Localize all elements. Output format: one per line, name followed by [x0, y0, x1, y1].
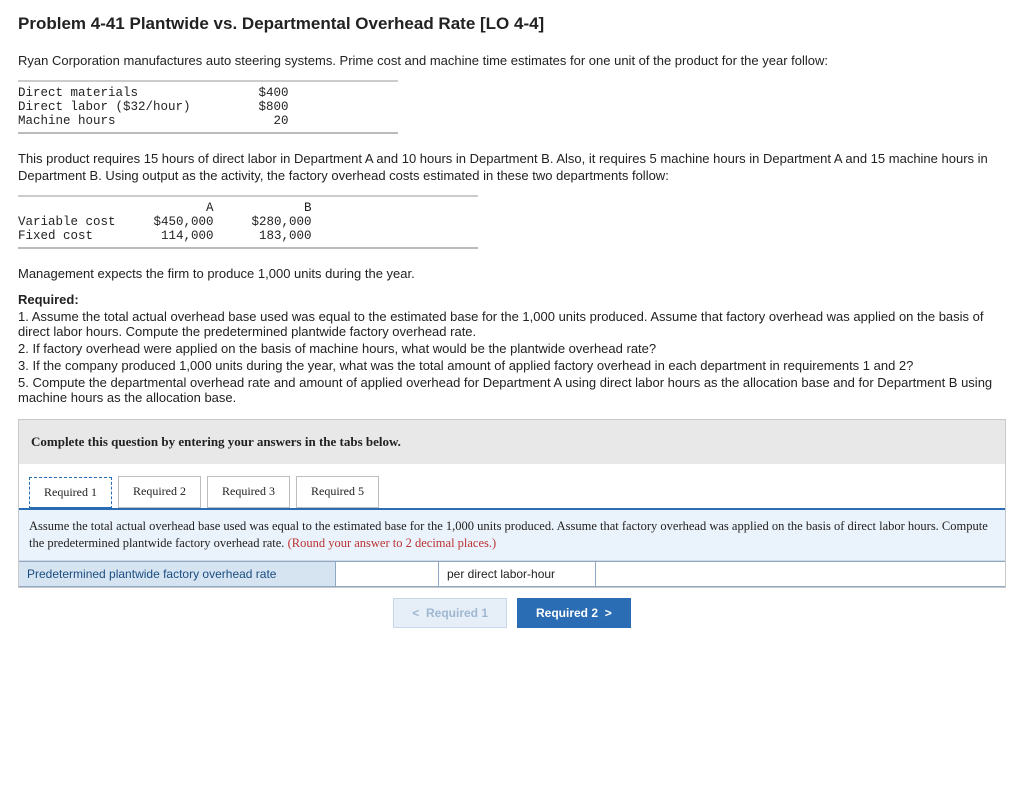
table-row: Direct materials$400: [18, 86, 297, 100]
tab-required-1[interactable]: Required 1: [29, 477, 112, 509]
dept-cost-table: A B Variable cost $450,000 $280,000 Fixe…: [18, 195, 1006, 249]
prev-button: < Required 1: [393, 598, 507, 628]
requirement-item: 2. If factory overhead were applied on t…: [18, 341, 1006, 356]
table-row: Variable cost $450,000 $280,000: [18, 215, 320, 229]
answer-input-row: Predetermined plantwide factory overhead…: [19, 561, 1005, 587]
table-row: Fixed cost 114,000 183,000: [18, 229, 320, 243]
mid-text: This product requires 15 hours of direct…: [18, 150, 1006, 185]
requirement-item: 1. Assume the total actual overhead base…: [18, 309, 1006, 339]
page-title: Problem 4-41 Plantwide vs. Departmental …: [18, 14, 1006, 34]
tabs-row: Required 1 Required 2 Required 3 Require…: [19, 464, 1005, 508]
next-button[interactable]: Required 2 >: [517, 598, 631, 628]
unit-cost-table: Direct materials$400 Direct labor ($32/h…: [18, 80, 1006, 134]
intro-text: Ryan Corporation manufactures auto steer…: [18, 52, 1006, 70]
table-header: A B: [18, 201, 320, 215]
required-heading: Required:: [18, 292, 1006, 307]
requirement-item: 3. If the company produced 1,000 units d…: [18, 358, 1006, 373]
chevron-left-icon: <: [412, 606, 419, 620]
tab-prompt: Assume the total actual overhead base us…: [19, 510, 1005, 561]
instruction-bar: Complete this question by entering your …: [19, 420, 1005, 464]
tab-body: Assume the total actual overhead base us…: [19, 508, 1005, 587]
chevron-right-icon: >: [605, 606, 612, 620]
expect-text: Management expects the firm to produce 1…: [18, 265, 1006, 283]
answer-row-label: Predetermined plantwide factory overhead…: [19, 562, 336, 586]
answer-row-unit: per direct labor-hour: [439, 562, 596, 586]
nav-row: < Required 1 Required 2 >: [18, 588, 1006, 630]
table-row: Direct labor ($32/hour)$800: [18, 100, 297, 114]
table-row: Machine hours20: [18, 114, 297, 128]
requirement-item: 5. Compute the departmental overhead rat…: [18, 375, 1006, 405]
tab-required-5[interactable]: Required 5: [296, 476, 379, 508]
overhead-rate-input[interactable]: [336, 562, 439, 586]
rounding-note: (Round your answer to 2 decimal places.): [288, 536, 497, 550]
tab-required-3[interactable]: Required 3: [207, 476, 290, 508]
answer-zone: Complete this question by entering your …: [18, 419, 1006, 588]
tab-required-2[interactable]: Required 2: [118, 476, 201, 508]
